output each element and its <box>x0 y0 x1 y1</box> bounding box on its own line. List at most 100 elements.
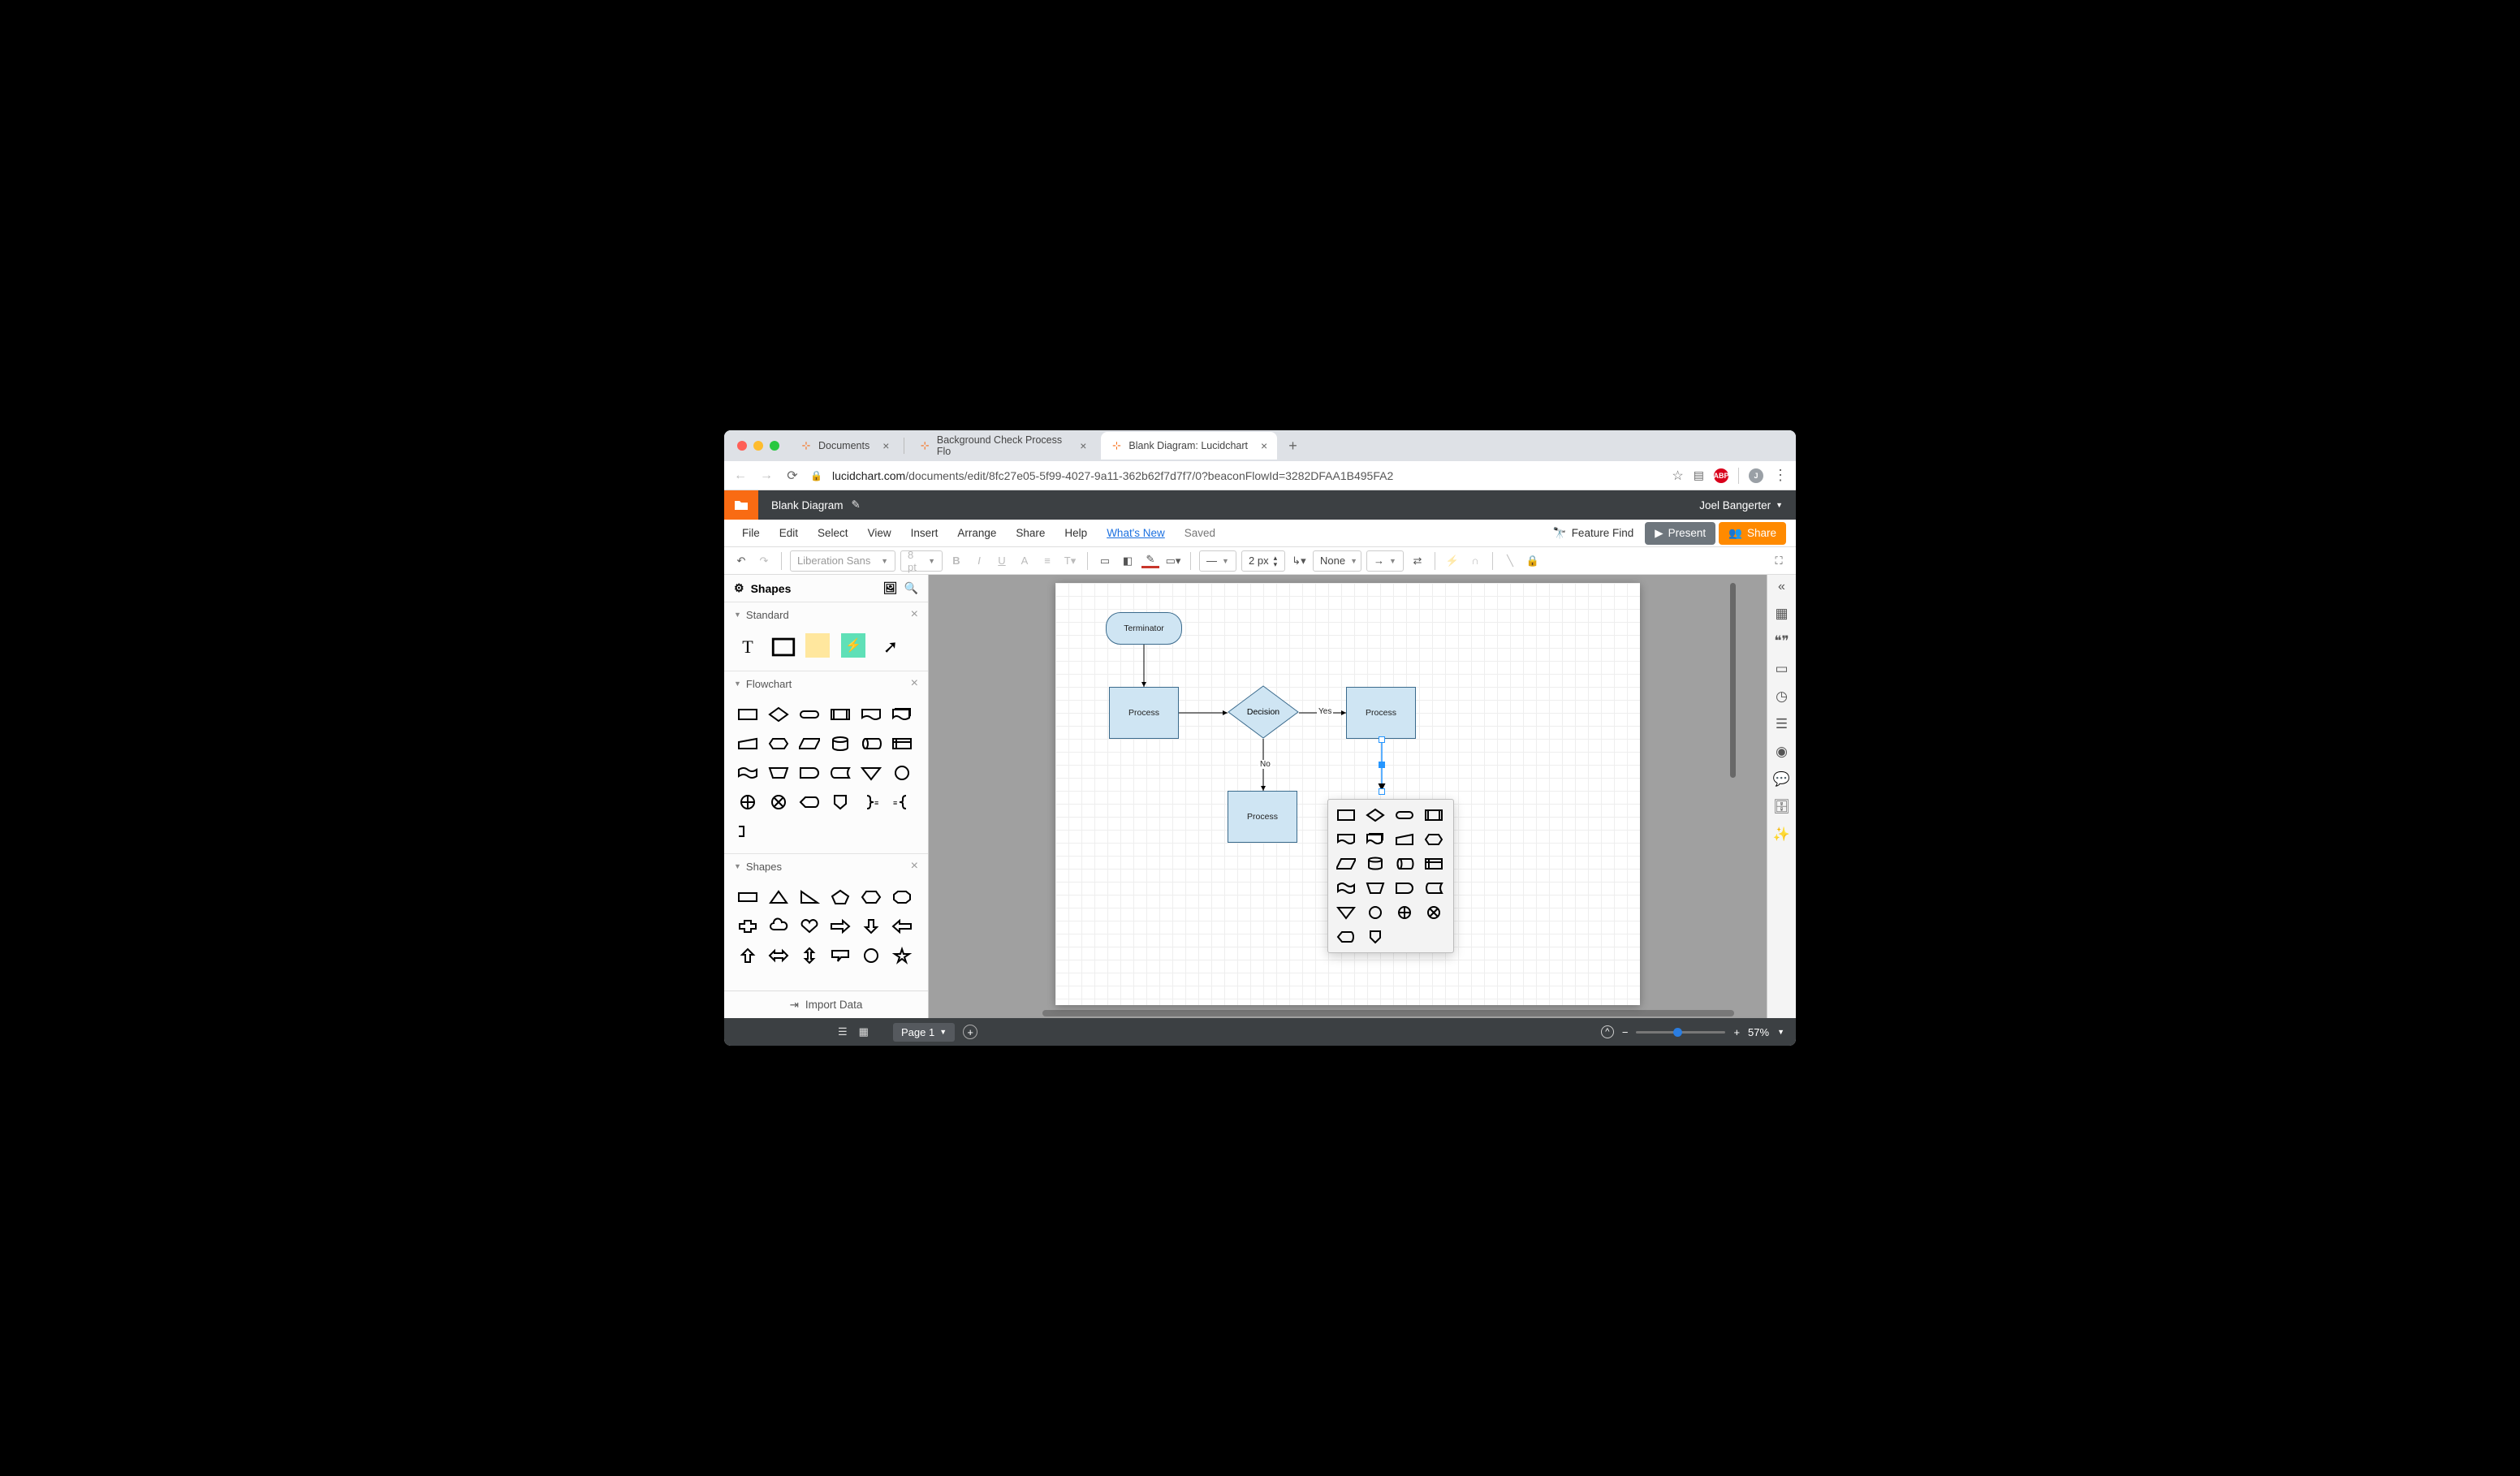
pick-terminator[interactable] <box>1393 806 1416 824</box>
section-shapes-header[interactable]: ▼ Shapes × <box>724 854 928 878</box>
shape-fill-box-icon[interactable]: ▭ <box>1096 552 1114 570</box>
magic-icon[interactable]: ✨ <box>1773 826 1790 843</box>
shape-decision[interactable] <box>765 702 792 727</box>
fullscreen-icon[interactable]: ⛶ <box>1770 552 1788 570</box>
underline-icon[interactable]: U <box>993 552 1011 570</box>
italic-icon[interactable]: I <box>970 552 988 570</box>
align-icon[interactable]: ≡ <box>1038 552 1056 570</box>
page-selector[interactable]: Page 1 ▼ <box>893 1023 955 1042</box>
profile-avatar[interactable]: J <box>1749 468 1763 483</box>
shape-direct-data[interactable] <box>857 732 885 756</box>
view-list-icon[interactable]: ☰ <box>838 1025 848 1038</box>
vertical-scrollbar[interactable] <box>1730 583 1736 778</box>
address-bar[interactable]: lucidchart.com/documents/edit/8fc27e05-5… <box>832 469 1662 482</box>
arrow-tool[interactable]: ➚ <box>877 633 904 661</box>
user-menu[interactable]: Joel Bangerter ▼ <box>1686 499 1796 511</box>
border-color-icon[interactable]: ✎ <box>1141 554 1159 568</box>
shape-double-arrow-h[interactable] <box>765 943 792 968</box>
tab-close-icon[interactable]: × <box>1261 439 1267 452</box>
shape-arrow-up[interactable] <box>734 943 762 968</box>
browser-tab-bgcheck[interactable]: ⊹ Background Check Process Flo × <box>909 432 1096 460</box>
nav-back-icon[interactable]: ← <box>732 468 749 483</box>
font-family-select[interactable]: Liberation Sans ▼ <box>790 550 895 572</box>
menu-view[interactable]: View <box>860 524 900 542</box>
node-process-right[interactable]: Process <box>1346 687 1416 739</box>
search-icon[interactable]: 🔍 <box>904 581 918 595</box>
block-tool[interactable] <box>770 633 797 661</box>
help-bubble-icon[interactable]: ^ <box>1601 1025 1614 1038</box>
presentation-icon[interactable]: ▭ <box>1775 661 1788 677</box>
bookmark-star-icon[interactable]: ☆ <box>1672 468 1683 484</box>
pick-predefined[interactable] <box>1422 806 1445 824</box>
shape-arrow-left[interactable] <box>888 914 916 939</box>
translate-icon[interactable]: ▤ <box>1694 468 1704 482</box>
section-flowchart-header[interactable]: ▼ Flowchart × <box>724 671 928 696</box>
edge-label-yes[interactable]: Yes <box>1317 707 1333 716</box>
shape-triangle[interactable] <box>765 885 792 909</box>
menu-select[interactable]: Select <box>809 524 857 542</box>
menu-whats-new[interactable]: What's New <box>1098 524 1173 542</box>
pick-manual-input[interactable] <box>1393 831 1416 848</box>
menu-edit[interactable]: Edit <box>771 524 806 542</box>
pick-decision[interactable] <box>1364 806 1387 824</box>
pick-display[interactable] <box>1335 928 1357 946</box>
nav-reload-icon[interactable]: ⟳ <box>784 468 800 484</box>
pick-off-page[interactable] <box>1364 928 1387 946</box>
close-section-icon[interactable]: × <box>911 859 918 874</box>
line-tool-icon[interactable]: ╲ <box>1501 552 1519 570</box>
comments-icon[interactable]: 💬 <box>1773 771 1790 788</box>
node-process-1[interactable]: Process <box>1109 687 1179 739</box>
shape-summing[interactable] <box>765 790 792 814</box>
shape-database[interactable] <box>826 732 854 756</box>
share-button[interactable]: 👥 Share <box>1719 522 1786 545</box>
shape-manual-op[interactable] <box>765 761 792 785</box>
diagram-page[interactable]: Terminator Process Decision Process Proc… <box>1055 583 1640 1005</box>
edit-title-icon[interactable]: ✎ <box>852 498 861 511</box>
shape-paper-tape[interactable] <box>734 761 762 785</box>
line-routing-icon[interactable]: ↳▾ <box>1290 552 1308 570</box>
abp-extension-icon[interactable]: ABP <box>1714 468 1728 483</box>
page-settings-icon[interactable]: ▦ <box>1775 606 1788 622</box>
note-tool[interactable] <box>805 633 830 658</box>
shape-stored-data[interactable] <box>826 761 854 785</box>
canvas-area[interactable]: Terminator Process Decision Process Proc… <box>929 575 1767 1018</box>
zoom-in-icon[interactable]: + <box>1733 1026 1740 1038</box>
pick-paper-tape[interactable] <box>1335 879 1357 897</box>
node-decision[interactable]: Decision <box>1228 685 1299 739</box>
close-section-icon[interactable]: × <box>911 607 918 622</box>
actions-icon[interactable]: ⚡ <box>1443 552 1461 570</box>
menu-help[interactable]: Help <box>1056 524 1095 542</box>
close-section-icon[interactable]: × <box>911 676 918 691</box>
lock-icon[interactable]: 🔒 <box>1524 552 1542 570</box>
pick-database[interactable] <box>1364 855 1387 873</box>
shape-note[interactable]: ≡ <box>888 790 916 814</box>
selection-handle-top[interactable] <box>1379 736 1385 743</box>
zoom-slider[interactable] <box>1636 1031 1725 1034</box>
chevron-down-icon[interactable]: ▼ <box>1777 1028 1784 1036</box>
pick-internal-storage[interactable] <box>1422 855 1445 873</box>
shape-card[interactable] <box>734 819 762 844</box>
new-tab-button[interactable]: + <box>1282 438 1304 455</box>
shape-or[interactable] <box>734 790 762 814</box>
shape-multidoc[interactable] <box>888 702 916 727</box>
shape-heart[interactable] <box>796 914 823 939</box>
chrome-menu-icon[interactable]: ⋮ <box>1773 467 1788 484</box>
pick-multidoc[interactable] <box>1364 831 1387 848</box>
shape-document[interactable] <box>857 702 885 727</box>
present-button[interactable]: ▶ Present <box>1645 522 1715 545</box>
shape-manual-input[interactable] <box>734 732 762 756</box>
hotspot-tool[interactable]: ⚡ <box>841 633 865 658</box>
selection-handle-bottom[interactable] <box>1379 788 1385 795</box>
text-options-icon[interactable]: T▾ <box>1061 552 1079 570</box>
swap-arrows-icon[interactable]: ⇄ <box>1409 552 1426 570</box>
shape-arrow-right[interactable] <box>826 914 854 939</box>
shape-octagon[interactable] <box>888 885 916 909</box>
shape-predefined[interactable] <box>826 702 854 727</box>
feature-find[interactable]: 🔭 Feature Find <box>1553 527 1633 540</box>
document-title-area[interactable]: Blank Diagram ✎ <box>758 498 874 511</box>
shape-right-triangle[interactable] <box>796 885 823 909</box>
browser-tab-blank-diagram[interactable]: ⊹ Blank Diagram: Lucidchart × <box>1101 432 1277 460</box>
menu-arrange[interactable]: Arrange <box>949 524 1004 542</box>
pick-stored-data[interactable] <box>1422 879 1445 897</box>
zoom-out-icon[interactable]: − <box>1622 1026 1629 1038</box>
